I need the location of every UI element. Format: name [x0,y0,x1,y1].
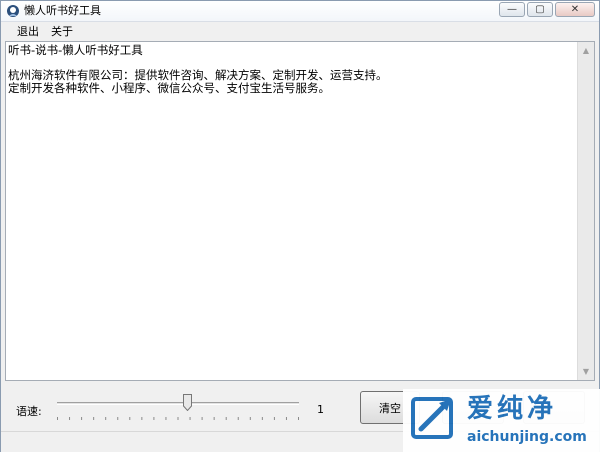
title-bar[interactable]: 懒人听书好工具 — ▢ ✕ [1,1,599,22]
window-controls: — ▢ ✕ [499,2,595,19]
editor-text[interactable]: 听书-说书-懒人听书好工具 杭州海济软件有限公司：提供软件咨询、解决方案、定制开… [8,44,576,378]
window-title: 懒人听书好工具 [24,4,101,17]
maximize-button[interactable]: ▢ [527,2,553,17]
text-editor[interactable]: 听书-说书-懒人听书好工具 杭州海济软件有限公司：提供软件咨询、解决方案、定制开… [5,41,595,381]
speed-slider[interactable] [55,394,301,424]
menu-bar: 退出 关于 [1,23,599,41]
watermark-domain: aichunjing.com [467,429,587,445]
speed-label: 语速: [16,405,42,418]
scroll-up-icon[interactable]: ▲ [578,42,594,59]
watermark-brand: 爱纯净 [467,394,558,424]
watermark-logo-icon [411,397,453,439]
scroll-down-icon[interactable]: ▼ [578,363,594,380]
slider-thumb[interactable] [182,394,192,411]
watermark: 爱纯净 aichunjing.com [403,389,600,452]
vertical-scrollbar[interactable]: ▲ ▼ [577,42,594,380]
close-button[interactable]: ✕ [555,2,595,17]
menu-item-exit[interactable]: 退出 [11,23,45,41]
app-icon [7,5,19,17]
app-window: 懒人听书好工具 — ▢ ✕ 退出 关于 听书-说书-懒人听书好工具 杭州海济软件… [0,0,600,452]
slider-ticks [57,417,299,420]
menu-item-about[interactable]: 关于 [45,23,79,41]
minimize-button[interactable]: — [499,2,525,17]
slider-track [57,402,299,405]
speed-value: 1 [317,403,324,416]
